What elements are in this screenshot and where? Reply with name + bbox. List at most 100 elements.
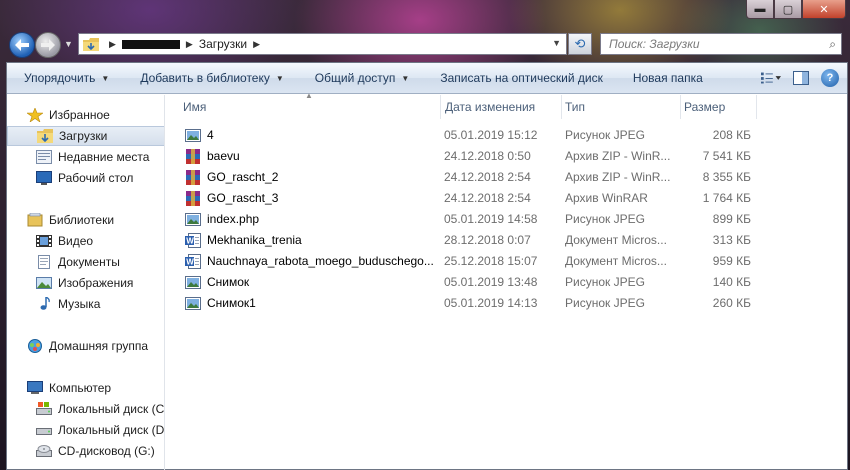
downloads-folder-icon: [37, 129, 53, 143]
file-size: 260 КБ: [712, 296, 751, 310]
file-date: 05.01.2019 14:13: [444, 296, 538, 310]
file-size: 8 355 КБ: [702, 170, 751, 184]
nav-pictures[interactable]: Изображения: [7, 273, 164, 293]
preview-pane-button[interactable]: [791, 69, 811, 87]
share-button[interactable]: Общий доступ ▼: [315, 71, 410, 85]
nav-homegroup[interactable]: Домашняя группа: [7, 336, 164, 356]
svg-text:W: W: [186, 258, 194, 267]
file-row[interactable]: W Nauchnaya_rabota_moego_buduschego... 25.…: [167, 251, 847, 272]
add-library-label: Добавить в библиотеку: [140, 71, 270, 85]
add-to-library-button[interactable]: Добавить в библиотеку ▼: [140, 71, 283, 85]
file-size: 1 764 КБ: [702, 191, 751, 205]
file-row[interactable]: index.php 05.01.2019 14:58 Рисунок JPEG 899…: [167, 209, 847, 230]
nav-pictures-label: Изображения: [58, 276, 134, 290]
minimize-button[interactable]: ▬: [746, 0, 774, 19]
burn-button[interactable]: Записать на оптический диск: [440, 71, 603, 85]
new-folder-label: Новая папка: [632, 71, 703, 85]
maximize-button[interactable]: ▢: [774, 0, 802, 19]
close-button[interactable]: ✕: [802, 0, 846, 19]
file-type: Архив ZIP - WinR...: [565, 149, 671, 163]
file-name: 4: [207, 128, 214, 142]
file-date: 05.01.2019 15:12: [444, 128, 538, 142]
explorer-window: Упорядочить ▼ Добавить в библиотеку ▼ Общи…: [6, 62, 848, 470]
file-date: 25.12.2018 15:07: [444, 254, 538, 268]
winrar-file-icon: [185, 191, 201, 206]
nav-cd-drive[interactable]: CD-дисковод (G:): [7, 441, 164, 461]
file-row[interactable]: Снимок 05.01.2019 13:48 Рисунок JPEG 140 КБ: [167, 272, 847, 293]
nav-libraries[interactable]: Библиотеки: [7, 210, 164, 230]
system-drive-icon: [36, 402, 52, 415]
nav-favorites[interactable]: Избранное: [7, 105, 164, 125]
image-file-icon: [185, 275, 201, 290]
nav-video-label: Видео: [58, 234, 94, 248]
new-folder-button[interactable]: Новая папка: [633, 71, 703, 85]
column-type-label: Тип: [565, 100, 586, 114]
refresh-button[interactable]: ⟲: [568, 33, 592, 55]
folder-icon: [83, 37, 99, 51]
file-row[interactable]: Снимок1 05.01.2019 14:13 Рисунок JPEG 260 К…: [167, 293, 847, 314]
file-size: 140 КБ: [712, 275, 751, 289]
nav-video[interactable]: Видео: [7, 231, 164, 251]
file-type: Рисунок JPEG: [565, 212, 645, 226]
image-file-icon: [185, 128, 201, 143]
file-row[interactable]: 4 05.01.2019 15:12 Рисунок JPEG 208 КБ: [167, 125, 847, 146]
change-view-button[interactable]: [761, 69, 781, 87]
cd-drive-icon: [36, 445, 52, 457]
file-type: Рисунок JPEG: [565, 296, 645, 310]
file-date: 05.01.2019 13:48: [444, 275, 538, 289]
nav-documents[interactable]: Документы: [7, 252, 164, 272]
music-note-icon: [40, 297, 50, 310]
nav-recent-places[interactable]: Недавние места: [7, 147, 164, 167]
image-file-icon: [185, 296, 201, 311]
nav-computer[interactable]: Компьютер: [7, 378, 164, 398]
file-row[interactable]: W Mekhanika_trenia 28.12.2018 0:07 Документ…: [167, 230, 847, 251]
breadcrumb-separator[interactable]: ▶: [186, 39, 193, 50]
help-icon[interactable]: ?: [821, 69, 839, 87]
breadcrumb-separator[interactable]: ▶: [253, 39, 260, 50]
nav-local-disk-c[interactable]: Локальный диск (C: [7, 399, 164, 419]
video-icon: [36, 235, 52, 247]
nav-downloads[interactable]: Загрузки: [7, 126, 164, 146]
file-name: GO_rascht_3: [207, 191, 279, 205]
file-row[interactable]: GO_rascht_2 24.12.2018 2:54 Архив ZIP - Wi…: [167, 167, 847, 188]
window-controls: ▬ ▢ ✕: [746, 0, 846, 19]
back-button[interactable]: [9, 32, 35, 58]
word-file-icon: W: [185, 254, 201, 269]
address-dropdown[interactable]: ▼: [552, 38, 561, 48]
file-type: Документ Micros...: [565, 254, 667, 268]
homegroup-icon: [28, 339, 42, 353]
refresh-icon: ⟲: [574, 36, 586, 51]
organize-button[interactable]: Упорядочить ▼: [24, 71, 109, 85]
file-name: Nauchnaya_rabota_moego_buduschego...: [207, 254, 434, 268]
address-row: ▼ ▶ ▶ Загрузки ▶ ▼ ⟲ Поиск: Загрузки ⌕: [0, 28, 850, 60]
column-header-type[interactable]: Тип: [562, 95, 681, 119]
breadcrumb-separator[interactable]: ▶: [109, 39, 116, 50]
column-name-label: Имя: [183, 100, 207, 114]
column-date-label: Дата изменения: [445, 100, 536, 114]
search-input[interactable]: Поиск: Загрузки ⌕: [600, 33, 842, 55]
share-label: Общий доступ: [314, 71, 396, 85]
file-name: GO_rascht_2: [207, 170, 279, 184]
redacted-username: [121, 39, 180, 49]
column-header-size[interactable]: Размер: [681, 95, 757, 119]
column-header-name[interactable]: Имя ▲: [167, 91, 441, 119]
file-date: 28.12.2018 0:07: [444, 233, 531, 247]
nav-desktop[interactable]: Рабочий стол: [7, 168, 164, 188]
breadcrumb-downloads[interactable]: Загрузки: [199, 37, 247, 51]
nav-computer-label: Компьютер: [49, 381, 112, 395]
nav-music[interactable]: Музыка: [7, 294, 164, 314]
file-name: baevu: [207, 149, 240, 163]
command-bar: Упорядочить ▼ Добавить в библиотеку ▼ Общи…: [7, 63, 847, 94]
nav-local-disk-d[interactable]: Локальный диск (D: [7, 420, 164, 440]
column-header-date[interactable]: Дата изменения: [441, 95, 562, 119]
address-bar[interactable]: ▶ ▶ Загрузки ▶ ▼: [78, 33, 567, 55]
forward-button[interactable]: [35, 32, 61, 58]
search-icon[interactable]: ⌕: [829, 37, 836, 52]
pictures-icon: [36, 277, 52, 289]
file-row[interactable]: GO_rascht_3 24.12.2018 2:54 Архив WinRAR 1 …: [167, 188, 847, 209]
view-controls: ?: [761, 69, 839, 87]
recent-pages-dropdown[interactable]: ▼: [64, 39, 73, 49]
file-row[interactable]: baevu 24.12.2018 0:50 Архив ZIP - WinR... 7…: [167, 146, 847, 167]
recent-places-icon: [36, 150, 52, 164]
nav-favorites-label: Избранное: [49, 108, 110, 122]
